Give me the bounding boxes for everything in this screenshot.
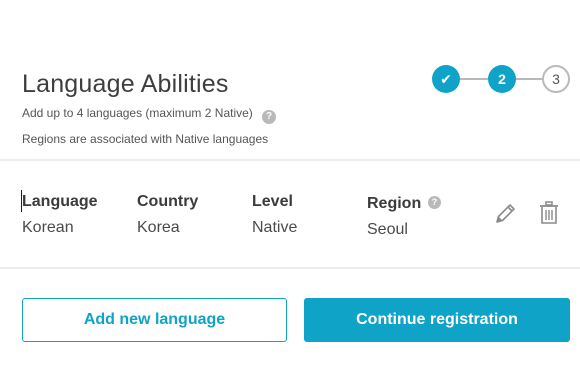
- trash-icon[interactable]: [536, 200, 562, 226]
- step-3-upcoming[interactable]: 3: [542, 65, 570, 93]
- divider: [0, 267, 580, 269]
- country-column: Country Korea: [137, 193, 198, 237]
- country-label: Country: [137, 193, 199, 210]
- region-column: Region Seoul: [367, 195, 421, 239]
- level-value: Native: [252, 219, 298, 236]
- divider: [0, 159, 580, 161]
- languages-limit-text: Add up to 4 languages (maximum 2 Native): [22, 106, 253, 120]
- region-help-icon[interactable]: ?: [428, 196, 441, 209]
- help-icon[interactable]: ?: [262, 110, 276, 124]
- language-column: Language Korean: [22, 193, 98, 237]
- level-column: Level Native: [252, 193, 297, 237]
- step-2-current[interactable]: 2: [488, 65, 516, 93]
- registration-stepper: ✔ 2 3: [432, 65, 572, 95]
- step-connector: [516, 78, 542, 80]
- step-1-completed[interactable]: ✔: [432, 65, 460, 93]
- region-label: Region: [367, 195, 422, 212]
- header: Language Abilities Add up to 4 languages…: [0, 0, 580, 160]
- step-connector: [460, 78, 488, 80]
- level-label: Level: [252, 193, 293, 210]
- region-value: Seoul: [367, 221, 408, 238]
- language-label: Language: [22, 193, 98, 210]
- regions-note: Regions are associated with Native langu…: [22, 132, 269, 146]
- language-value: Korean: [22, 219, 74, 236]
- page-title: Language Abilities: [22, 70, 229, 98]
- add-language-button[interactable]: Add new language: [22, 298, 287, 342]
- pencil-icon[interactable]: [493, 200, 519, 226]
- country-value: Korea: [137, 219, 180, 236]
- continue-registration-button[interactable]: Continue registration: [304, 298, 570, 342]
